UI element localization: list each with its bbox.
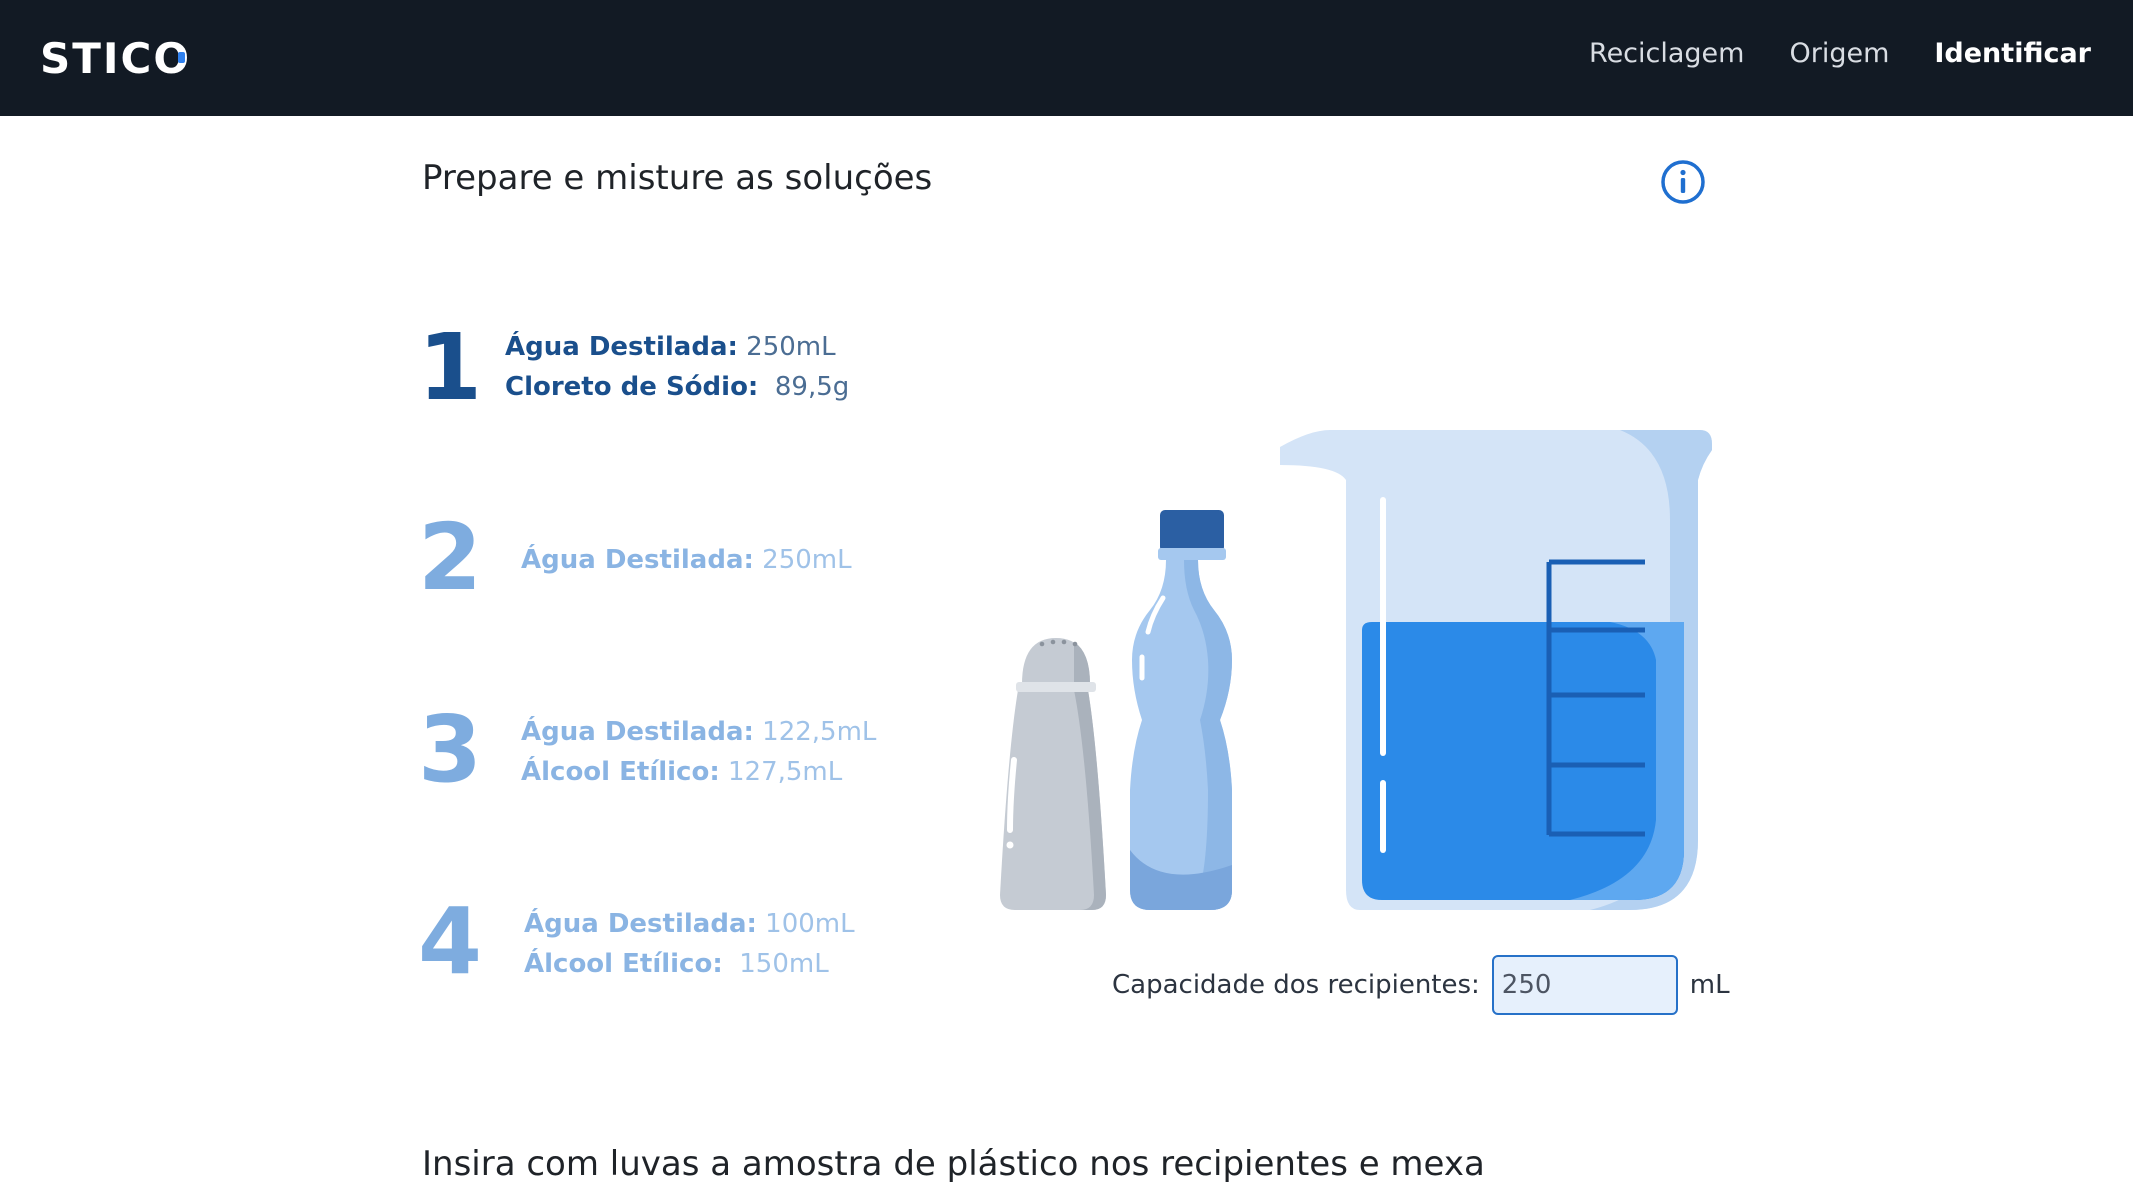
- ingredient-label: Água Destilada:: [521, 545, 754, 575]
- step-details: Água Destilada: 100mL Álcool Etílico: 15…: [524, 904, 855, 984]
- top-navbar: STICO Reciclagem Origem Identificar: [0, 0, 2133, 116]
- capacity-input[interactable]: [1491, 955, 1678, 1015]
- step-details: Água Destilada: 250mL: [521, 540, 852, 580]
- ingredient-value: 250mL: [762, 545, 852, 575]
- step-details: Água Destilada: 250mL Cloreto de Sódio: …: [505, 327, 849, 407]
- ingredient-label: Água Destilada:: [524, 909, 757, 939]
- ingredient-value: 100mL: [765, 909, 855, 939]
- beaker-icon: [1280, 430, 1712, 910]
- salt-shaker-icon: [1000, 638, 1106, 910]
- step-1[interactable]: 1 Água Destilada: 250mL Cloreto de Sódio…: [418, 314, 849, 421]
- info-circle-icon[interactable]: [1660, 159, 1706, 205]
- water-bottle-icon: [1130, 510, 1232, 910]
- step-number: 2: [418, 504, 483, 611]
- step-2[interactable]: 2 Água Destilada: 250mL: [418, 504, 852, 611]
- ingredient-label: Água Destilada:: [505, 332, 738, 362]
- capacity-control: Capacidade dos recipientes: mL: [1112, 955, 1730, 1015]
- step-number: 1: [418, 314, 483, 421]
- ingredient-label: Álcool Etílico:: [521, 757, 720, 787]
- lab-illustration: [1000, 430, 1712, 910]
- ingredient-label: Água Destilada:: [521, 717, 754, 747]
- main-nav: Reciclagem Origem Identificar: [1589, 38, 2091, 69]
- nav-identificar[interactable]: Identificar: [1934, 38, 2091, 69]
- ingredient-value: 122,5mL: [762, 717, 877, 747]
- step-details: Água Destilada: 122,5mL Álcool Etílico: …: [521, 712, 876, 792]
- step-number: 3: [418, 696, 483, 803]
- step-number: 4: [418, 888, 483, 995]
- ingredient-label: Álcool Etílico:: [524, 949, 723, 979]
- step-4[interactable]: 4 Água Destilada: 100mL Álcool Etílico: …: [418, 888, 855, 995]
- next-step-title: Insira com luvas a amostra de plástico n…: [422, 1144, 1485, 1184]
- ingredient-value: 150mL: [739, 949, 829, 979]
- step-3[interactable]: 3 Água Destilada: 122,5mL Álcool Etílico…: [418, 696, 876, 803]
- capacity-unit: mL: [1689, 970, 1730, 1000]
- ingredient-value: 89,5g: [774, 372, 850, 402]
- ingredient-label: Cloreto de Sódio:: [505, 372, 759, 402]
- nav-reciclagem[interactable]: Reciclagem: [1589, 38, 1744, 69]
- ingredient-value: 250mL: [746, 332, 836, 362]
- logo-dot: [178, 52, 185, 63]
- capacity-label: Capacidade dos recipientes:: [1112, 970, 1480, 1000]
- nav-origem[interactable]: Origem: [1789, 38, 1889, 69]
- logo[interactable]: STICO: [40, 34, 191, 83]
- section-title: Prepare e misture as soluções: [422, 158, 933, 198]
- ingredient-value: 127,5mL: [728, 757, 843, 787]
